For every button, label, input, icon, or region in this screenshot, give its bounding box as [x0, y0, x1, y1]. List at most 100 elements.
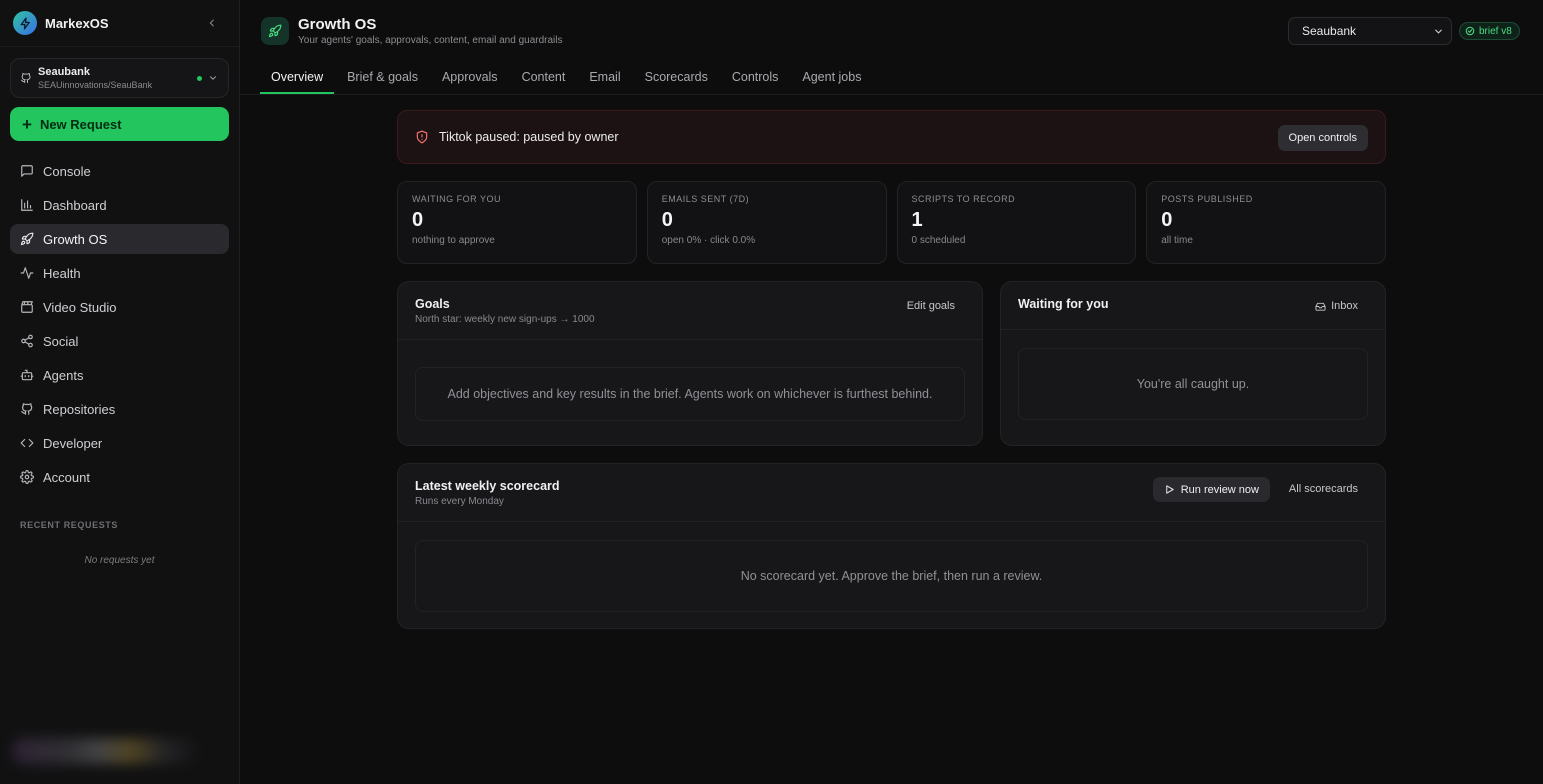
sidebar-item-label: Repositories [43, 401, 116, 417]
tab-approvals[interactable]: Approvals [431, 62, 509, 94]
workspace-select[interactable]: Seaubank [1288, 17, 1452, 45]
gear-icon [20, 470, 34, 484]
sidebar: MarkexOS Seaubank SEAUinnovations/SeauBa… [0, 0, 240, 784]
activity-icon [20, 267, 34, 279]
stat-label: SCRIPTS TO RECORD [911, 194, 1016, 204]
stat-card-scripts: SCRIPTS TO RECORD 1 0 scheduled [896, 181, 1137, 264]
user-profile-blurred[interactable] [12, 738, 202, 764]
recent-requests-empty: No requests yet [84, 555, 155, 566]
waiting-card: Waiting for you Inbox You're all caught … [1000, 281, 1386, 446]
sidebar-nav: Console Dashboard Growth OS Health Video… [0, 156, 239, 492]
sidebar-item-label: Health [43, 265, 81, 281]
sidebar-item-developer[interactable]: Developer [10, 428, 229, 458]
workspace-name: Seaubank [38, 65, 90, 78]
tab-brief-goals[interactable]: Brief & goals [336, 62, 429, 94]
goals-card: Goals North star: weekly new sign-ups → … [397, 281, 983, 446]
sidebar-item-repositories[interactable]: Repositories [10, 394, 229, 424]
bar-chart-icon [21, 199, 33, 211]
stat-label: WAITING FOR YOU [412, 194, 502, 204]
brief-version-badge: brief v8 [1459, 22, 1520, 40]
tab-email[interactable]: Email [578, 62, 631, 94]
stat-value: 1 [911, 209, 923, 231]
stat-card-waiting: WAITING FOR YOU 0 nothing to approve [397, 181, 637, 264]
scorecard-card: Latest weekly scorecard Runs every Monda… [397, 463, 1386, 629]
stats-row: WAITING FOR YOU 0 nothing to approve EMA… [397, 181, 1386, 264]
chevron-down-icon [209, 76, 217, 80]
goals-empty-state: Add objectives and key results in the br… [415, 367, 965, 421]
status-dot [197, 76, 202, 81]
sidebar-item-label: Video Studio [43, 299, 117, 315]
github-icon [21, 403, 33, 415]
stat-sub: all time [1161, 235, 1193, 246]
brand: MarkexOS [0, 0, 239, 47]
rocket-icon [20, 232, 34, 246]
main-area: Growth OS Your agents' goals, approvals,… [240, 0, 1543, 784]
run-review-label: Run review now [1180, 483, 1259, 496]
collapse-sidebar-icon[interactable] [205, 15, 219, 31]
plus-icon: + [22, 114, 32, 134]
stat-value: 0 [412, 209, 424, 231]
cards-row: Goals North star: weekly new sign-ups → … [397, 281, 1386, 446]
recent-requests-heading: RECENT REQUESTS [20, 520, 119, 530]
stat-label: EMAILS SENT (7D) [661, 194, 750, 204]
sidebar-item-label: Social [43, 333, 79, 349]
tab-scorecards[interactable]: Scorecards [634, 62, 719, 94]
sidebar-item-agents[interactable]: Agents [10, 360, 229, 390]
stat-sub: nothing to approve [412, 235, 495, 246]
open-controls-button[interactable]: Open controls [1277, 125, 1368, 151]
tab-content[interactable]: Content [511, 62, 577, 94]
tab-bar: Overview Brief & goals Approvals Content… [260, 62, 874, 94]
page-subtitle: Your agents' goals, approvals, content, … [298, 35, 563, 46]
goals-card-header: Goals North star: weekly new sign-ups → … [398, 282, 982, 340]
workspace-switcher[interactable]: Seaubank SEAUinnovations/SeauBank [10, 58, 229, 98]
sidebar-item-growth-os[interactable]: Growth OS [10, 224, 229, 254]
workspace-path: SEAUinnovations/SeauBank [38, 79, 153, 90]
stat-label: POSTS PUBLISHED [1161, 194, 1253, 204]
alert-message: Tiktok paused: paused by owner [439, 130, 619, 144]
brief-version-label: brief v8 [1479, 25, 1512, 37]
scorecard-empty-state: No scorecard yet. Approve the brief, the… [415, 540, 1368, 612]
sidebar-item-label: Growth OS [43, 231, 108, 247]
sidebar-item-social[interactable]: Social [10, 326, 229, 356]
sidebar-item-dashboard[interactable]: Dashboard [10, 190, 229, 220]
play-icon [1165, 485, 1174, 494]
tab-agent-jobs[interactable]: Agent jobs [791, 62, 872, 94]
code-icon [20, 438, 34, 448]
tab-overview[interactable]: Overview [260, 62, 335, 94]
stat-sub: open 0% · click 0.0% [661, 235, 756, 246]
run-review-button[interactable]: Run review now [1152, 477, 1270, 502]
sidebar-item-label: Agents [43, 367, 84, 383]
page-header: Growth OS Your agents' goals, approvals,… [240, 0, 1543, 95]
sidebar-item-account[interactable]: Account [10, 462, 229, 492]
stat-sub: 0 scheduled [911, 235, 966, 246]
scorecard-subtitle: Runs every Monday [415, 496, 504, 507]
page-title: Growth OS [298, 16, 377, 33]
bot-icon [20, 369, 34, 381]
inbox-link[interactable]: Inbox [1315, 300, 1358, 312]
shield-alert-icon [416, 130, 428, 144]
message-square-icon [21, 165, 33, 177]
new-request-button[interactable]: + New Request [10, 107, 229, 141]
sidebar-item-label: Developer [43, 435, 103, 451]
all-scorecards-link[interactable]: All scorecards [1289, 483, 1358, 495]
goals-title: Goals [415, 297, 450, 311]
app-root: MarkexOS Seaubank SEAUinnovations/SeauBa… [0, 0, 1543, 784]
edit-goals-button[interactable]: Edit goals [907, 300, 955, 312]
stat-card-posts: POSTS PUBLISHED 0 all time [1146, 181, 1386, 264]
tab-controls[interactable]: Controls [721, 62, 790, 94]
waiting-title: Waiting for you [1018, 297, 1109, 311]
check-circle-icon [1465, 26, 1475, 36]
sidebar-item-console[interactable]: Console [10, 156, 229, 186]
repo-icon [21, 73, 31, 83]
scorecard-title: Latest weekly scorecard [415, 479, 560, 493]
sidebar-item-health[interactable]: Health [10, 258, 229, 288]
paused-alert: Tiktok paused: paused by owner Open cont… [397, 110, 1386, 164]
logo-bolt-icon [13, 11, 37, 35]
sidebar-item-video-studio[interactable]: Video Studio [10, 292, 229, 322]
waiting-card-header: Waiting for you Inbox [1001, 282, 1385, 330]
overview-content: Tiktok paused: paused by owner Open cont… [397, 110, 1386, 629]
sidebar-item-label: Console [43, 163, 91, 179]
sidebar-item-label: Account [43, 469, 90, 485]
stat-card-emails: EMAILS SENT (7D) 0 open 0% · click 0.0% [646, 181, 887, 264]
stat-value: 0 [1161, 209, 1173, 231]
